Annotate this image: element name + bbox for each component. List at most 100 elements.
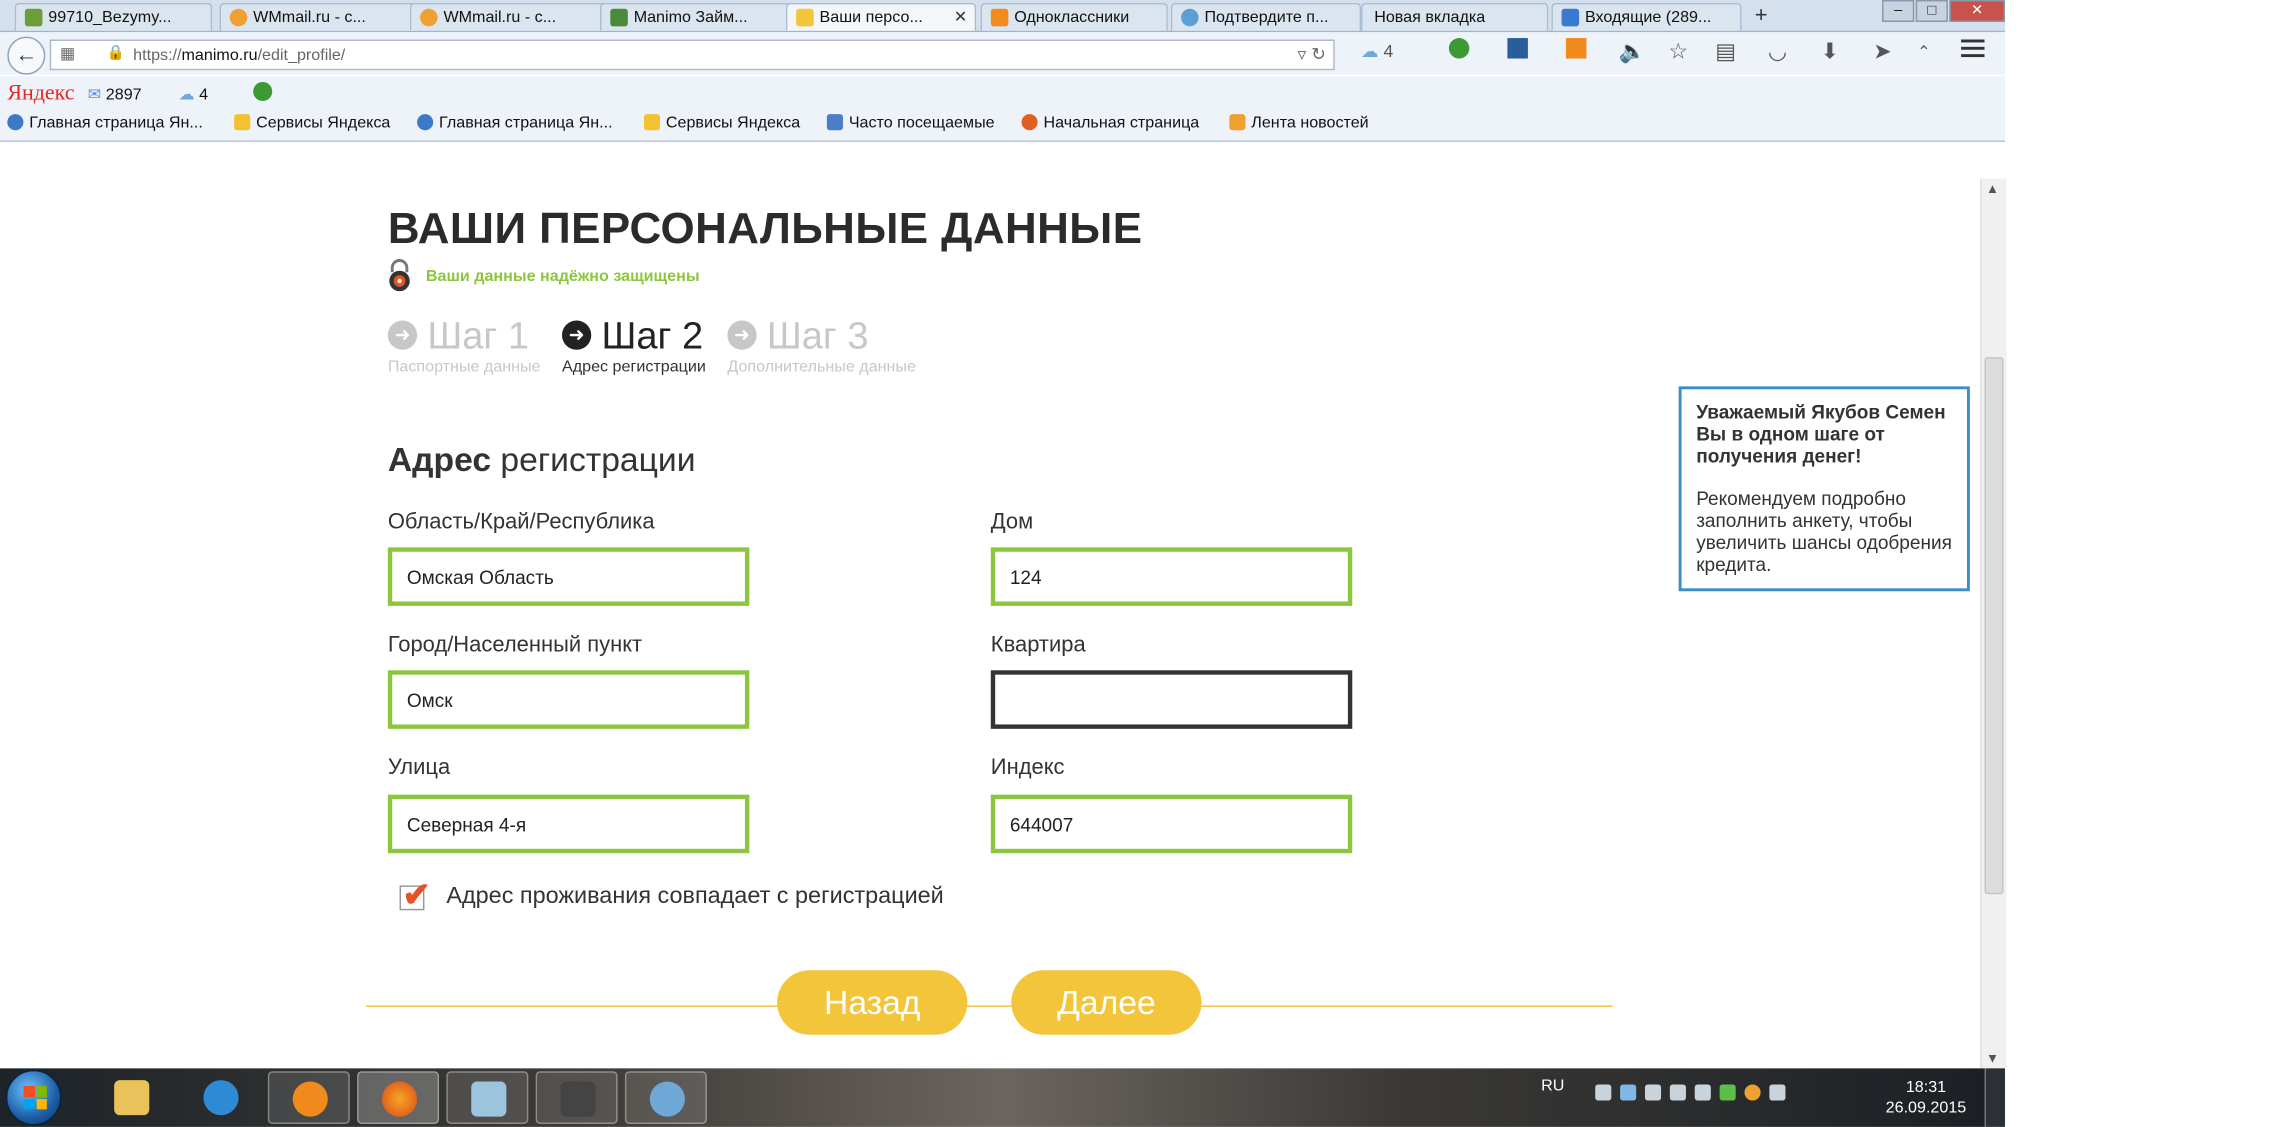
region-label: Область/Край/Республика — [387, 509, 655, 535]
p-icon[interactable] — [1507, 38, 1528, 64]
tab-label: 99710_Bezymy... — [48, 8, 172, 27]
windows-icon[interactable] — [1595, 1084, 1612, 1101]
tab-favicon-icon — [990, 8, 1009, 27]
language-indicator[interactable]: RU — [1541, 1077, 1564, 1095]
taskbar-paint[interactable] — [624, 1071, 707, 1124]
taskbar-world-of-tanks[interactable] — [535, 1071, 618, 1124]
bookmark-item[interactable]: Часто посещаемые — [826, 114, 995, 132]
taskbar-app[interactable] — [446, 1071, 529, 1124]
frequent-icon — [826, 114, 843, 131]
clock[interactable]: 18:31 26.09.2015 — [1882, 1077, 1970, 1118]
start-button[interactable] — [5, 1069, 62, 1126]
folder-icon — [234, 114, 251, 131]
tab-favicon-icon — [796, 8, 814, 27]
orange-tray-icon[interactable] — [1744, 1084, 1761, 1101]
scrollbar-thumb[interactable] — [1984, 357, 2004, 895]
orange-addon-icon[interactable] — [1565, 38, 1587, 64]
network-icon[interactable] — [1620, 1084, 1637, 1101]
tab-label: Manimo Займ... — [633, 8, 748, 27]
signal-icon[interactable] — [1669, 1084, 1686, 1101]
yandex-green-icon[interactable] — [253, 81, 273, 105]
section-title: Адрес регистрации — [387, 440, 696, 479]
tab-label: WMmail.ru - с... — [443, 8, 557, 27]
arrow-left-icon: ← — [15, 42, 38, 68]
minimize-icon[interactable]: – — [1882, 0, 1915, 22]
send-icon[interactable]: ➤ — [1873, 38, 1891, 65]
site-identity-icon[interactable]: ▦ — [60, 44, 75, 63]
reload-icon[interactable]: ▿ ↻ — [1298, 44, 1326, 64]
page-content: ВАШИ ПЕРСОНАЛЬНЫЕ ДАННЫЕ Ваши данные над… — [0, 141, 1981, 1069]
taskbar-firefox[interactable] — [357, 1071, 440, 1124]
close-tab-icon[interactable]: ✕ — [954, 7, 967, 27]
same-address-checkbox[interactable]: ✔ — [399, 875, 431, 913]
house-input[interactable] — [990, 547, 1353, 606]
show-desktop-button[interactable] — [1984, 1068, 2007, 1127]
tab-label: WMmail.ru - с... — [253, 8, 366, 27]
url-text: https://manimo.ru/edit_profile/ — [133, 46, 346, 65]
index-label: Индекс — [990, 755, 1065, 781]
address-bar[interactable]: ▦ 🔒 https://manimo.ru/edit_profile/ ▿ ↻ — [49, 39, 1335, 71]
tab-wmmail-2[interactable]: WMmail.ru - с... — [409, 2, 608, 31]
scroll-down-icon[interactable]: ▼ — [1986, 1051, 1999, 1066]
close-window-icon[interactable]: ✕ — [1949, 0, 2005, 22]
tab-label: Одноклассники — [1014, 8, 1130, 27]
clipboard-icon[interactable]: ▤ — [1715, 38, 1736, 65]
update-icon[interactable] — [1719, 1084, 1736, 1101]
bookmark-item[interactable]: Главная страница Ян... — [7, 114, 203, 132]
tab-label: Новая вкладка — [1374, 8, 1486, 27]
tab-label: Ваши персо... — [819, 8, 923, 27]
pocket-icon[interactable]: ◡ — [1768, 38, 1787, 65]
clock-time: 18:31 — [1905, 1078, 1947, 1097]
city-input[interactable] — [387, 670, 750, 729]
index-input[interactable] — [990, 794, 1353, 854]
yandex-logo[interactable]: Яндекс — [7, 82, 74, 107]
menu-icon[interactable] — [1961, 39, 1985, 60]
weather-widget[interactable]: ☁ 4 — [1361, 41, 1393, 61]
maximize-icon[interactable]: □ — [1915, 0, 1948, 22]
checkmark-icon: ✔ — [402, 875, 431, 914]
tab-confirm[interactable]: Подтвердите п... — [1170, 2, 1362, 31]
flag-icon[interactable] — [1644, 1084, 1662, 1101]
apartment-input[interactable] — [990, 670, 1353, 729]
internet-explorer-icon — [203, 1080, 239, 1116]
speaker-icon[interactable]: 🔈 — [1619, 38, 1646, 65]
volume-icon[interactable] — [1694, 1084, 1711, 1101]
yandex-mail[interactable]: ✉ 2897 — [88, 85, 142, 104]
info-text: Рекомендуем подробно заполнить анкету, ч… — [1696, 487, 1952, 576]
battery-icon[interactable] — [1769, 1084, 1786, 1101]
step-subtitle: Паспортные данные — [387, 358, 541, 377]
bookmark-item[interactable]: Сервисы Яндекса — [643, 114, 800, 132]
tab-manimo[interactable]: Manimo Займ... — [600, 2, 791, 31]
scroll-up-icon[interactable]: ▲ — [1986, 181, 1999, 196]
chevron-up-icon[interactable]: ⌃ — [1917, 42, 1930, 62]
street-input[interactable] — [387, 794, 750, 854]
back-button[interactable]: ← — [7, 36, 46, 75]
taskbar-avast[interactable] — [267, 1071, 350, 1124]
back-form-button[interactable]: Назад — [777, 970, 968, 1035]
region-input[interactable] — [387, 547, 750, 606]
city-label: Город/Населенный пункт — [387, 632, 643, 658]
yandex-green-icon[interactable] — [1448, 38, 1470, 64]
next-form-button[interactable]: Далее — [1011, 970, 1202, 1035]
taskbar-ie[interactable] — [180, 1071, 262, 1124]
step-subtitle: Дополнительные данные — [727, 358, 916, 377]
star-icon[interactable]: ☆ — [1668, 38, 1688, 65]
tab-inbox[interactable]: Входящие (289... — [1551, 2, 1742, 31]
tab-new[interactable]: Новая вкладка — [1361, 2, 1549, 31]
yandex-weather[interactable]: ☁ 4 — [179, 85, 209, 104]
tab-bezymy[interactable]: 99710_Bezymy... — [14, 2, 213, 31]
tab-odnoklassniki[interactable]: Одноклассники — [980, 2, 1168, 31]
bookmark-item[interactable]: Начальная страница — [1021, 114, 1199, 132]
tab-wmmail-1[interactable]: WMmail.ru - с... — [219, 2, 418, 31]
page-scrollbar[interactable]: ▲ ▼ — [1980, 178, 2007, 1069]
arrow-right-icon: ➜ — [387, 320, 418, 350]
taskbar-explorer[interactable] — [91, 1071, 173, 1124]
folder-icon — [114, 1080, 150, 1116]
bookmark-item[interactable]: Главная страница Ян... — [417, 114, 613, 132]
download-icon[interactable]: ⬇ — [1821, 38, 1839, 65]
tab-personal-data[interactable]: Ваши персо... ✕ — [785, 2, 977, 31]
bookmark-item[interactable]: Лента новостей — [1229, 114, 1369, 132]
bookmark-item[interactable]: Сервисы Яндекса — [234, 114, 390, 132]
lock-icon: 🔒 — [106, 45, 126, 62]
new-tab-icon[interactable]: + — [1755, 3, 1768, 28]
